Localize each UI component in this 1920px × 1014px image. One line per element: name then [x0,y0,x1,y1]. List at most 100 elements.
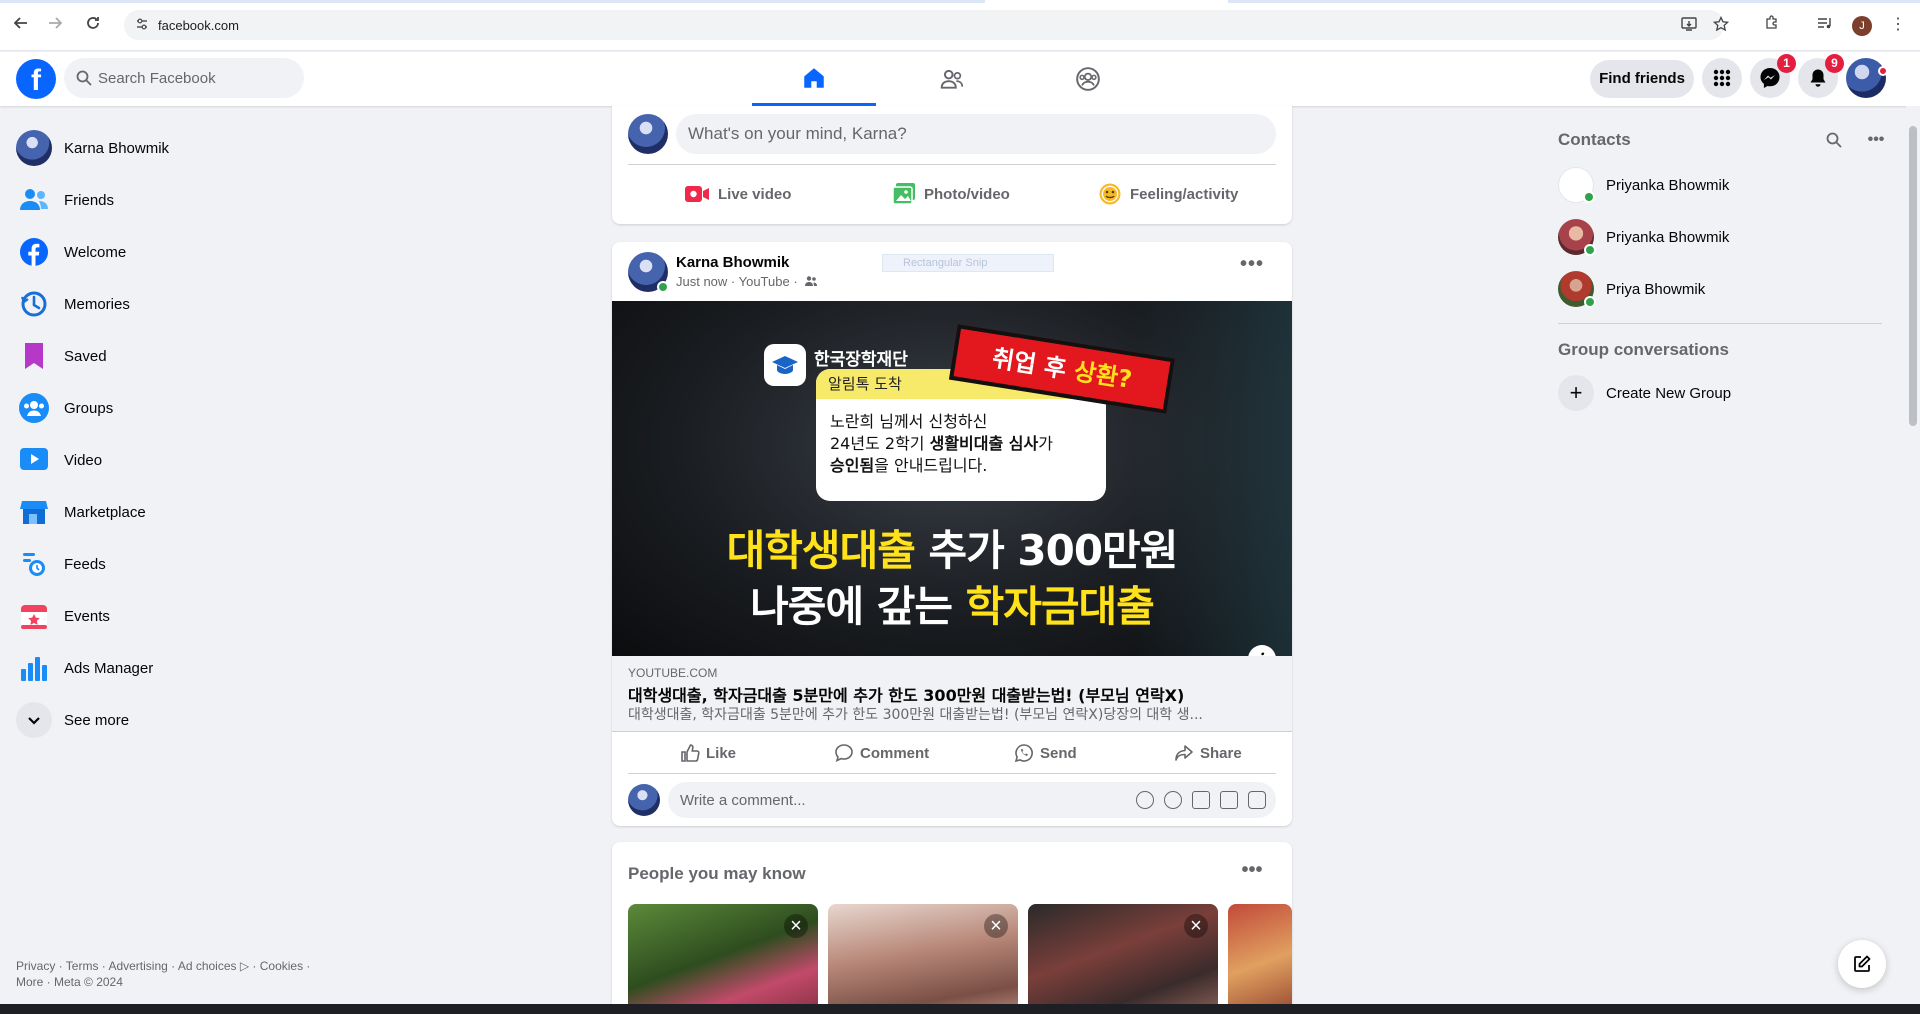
close-icon[interactable]: × [784,914,808,938]
feeling-activity-button[interactable]: Feeling/activity [1098,172,1238,216]
sidebar-item-ads-manager[interactable]: Ads Manager [8,642,348,694]
post-actions: Like Comment Send Share [628,732,1276,774]
close-icon[interactable]: × [1184,914,1208,938]
link-description: 대학생대출, 학자금대출 5분만에 추가 한도 300만원 대출받는법! (부모… [628,707,1203,723]
contact-avatar [1558,167,1595,203]
sidebar-item-events[interactable]: Events [8,590,348,642]
online-status-dot [1583,191,1595,203]
sidebar-item-friends[interactable]: Friends [8,174,348,226]
sidebar-item-label: Feeds [64,555,106,573]
grid-icon [1713,69,1731,87]
live-video-button[interactable]: Live video [684,172,791,216]
tab-home[interactable] [752,52,876,106]
sidebar-item-see-more[interactable]: See more [8,694,348,746]
send-button[interactable]: Send [1014,732,1077,774]
browser-menu-icon[interactable]: ⋮ [1890,15,1906,35]
contact-name: Priyanka Bhowmik [1606,176,1730,194]
emoji-icon[interactable] [1164,791,1182,809]
suggestion-card[interactable]: × [628,904,818,1014]
comment-input[interactable]: Write a comment... [668,782,1276,818]
sidebar-item-saved[interactable]: Saved [8,330,348,382]
url-text[interactable]: facebook.com [158,18,239,33]
search-input[interactable] [98,58,298,98]
sidebar-item-profile[interactable]: Karna Bhowmik [8,122,348,174]
post-author-name[interactable]: Karna Bhowmik [676,254,789,271]
comment-row: Write a comment... [628,782,1276,818]
find-friends-button[interactable]: Find friends [1590,60,1694,98]
friends-icon [940,69,964,89]
gif-icon[interactable] [1220,791,1238,809]
site-info-icon[interactable] [134,17,150,33]
avatar-sticker-icon[interactable] [1136,791,1154,809]
camera-icon[interactable] [1192,791,1210,809]
bookmark-star-icon[interactable] [1712,15,1730,34]
share-button[interactable]: Share [1174,732,1242,774]
search-box[interactable] [64,58,304,98]
snip-tool-overlay: Rectangular Snip [882,254,1054,272]
search-icon[interactable] [1822,128,1846,152]
tab-groups[interactable] [1026,52,1150,106]
post-thumbnail[interactable]: 한국장학재단 알림톡 도착 노란희 님께서 신청하신 24년도 2학기 생활비대… [612,301,1292,656]
footer-line-1[interactable]: Privacy · Terms · Advertising · Ad choic… [16,958,336,974]
extensions-icon[interactable] [1762,15,1782,35]
contact-avatar [1558,219,1596,256]
contacts-options-icon[interactable]: ••• [1864,128,1888,152]
link-preview[interactable]: YOUTUBE.COM 대학생대출, 학자금대출 5분만에 추가 한도 300만… [612,656,1292,732]
notifications-button[interactable]: 9 [1798,54,1844,98]
post-meta-text: Just now · YouTube · [676,274,798,289]
post-options-icon[interactable]: ••• [1236,254,1268,280]
scrollbar-thumb[interactable] [1909,126,1917,426]
composer-input[interactable]: What's on your mind, Karna? [676,114,1276,154]
sidebar-item-groups[interactable]: Groups [8,382,348,434]
whatsapp-icon [1014,744,1033,763]
post-author-avatar[interactable] [628,252,669,293]
sidebar-item-label: Saved [64,347,107,365]
page-scrollbar[interactable] [1906,106,1920,1014]
people-you-may-know: People you may know ••• × × × [612,842,1292,1014]
sidebar-item-label: Ads Manager [64,659,154,677]
account-avatar[interactable] [1846,58,1888,98]
comment-avatar[interactable] [628,784,660,816]
thumbnail-message-line2b: 생활비대출 심사 [929,434,1039,453]
contact-item[interactable]: Priya Bhowmik [1550,263,1890,315]
composer-avatar[interactable] [628,114,668,154]
feeds-icon [16,546,52,582]
footer-links[interactable]: Privacy · Terms · Advertising · Ad choic… [16,958,336,990]
pymk-title: People you may know [628,864,806,883]
photo-video-button[interactable]: Photo/video [892,172,1010,216]
create-group-button[interactable]: + Create New Group [1550,367,1890,419]
facebook-logo[interactable]: f [16,59,56,99]
new-message-button[interactable] [1838,940,1886,988]
contact-item[interactable]: Priyanka Bhowmik [1550,159,1890,211]
messenger-button[interactable]: 1 [1750,54,1796,98]
live-video-label: Live video [718,185,792,203]
suggestion-card[interactable]: × [1028,904,1218,1014]
footer-line-2[interactable]: More · Meta © 2024 [16,974,336,990]
close-icon[interactable]: × [984,914,1008,938]
menu-grid-button[interactable] [1702,58,1742,98]
sticker-icon[interactable] [1248,791,1266,809]
sidebar-item-label: Video [64,451,103,469]
back-icon[interactable] [10,14,32,36]
comment-button[interactable]: Comment [834,732,929,774]
contact-item[interactable]: Priyanka Bhowmik [1550,211,1890,263]
forward-icon[interactable] [44,14,66,36]
pymk-options-icon[interactable]: ••• [1236,860,1268,886]
sidebar-item-welcome[interactable]: Welcome [8,226,348,278]
account-alert-dot [1878,66,1888,76]
sidebar-item-marketplace[interactable]: Marketplace [8,486,348,538]
like-button[interactable]: Like [680,732,736,774]
browser-profile-avatar[interactable]: J [1852,16,1872,36]
facebook-icon [16,234,52,270]
sidebar-item-memories[interactable]: Memories [8,278,348,330]
suggestion-card[interactable] [1228,904,1292,1014]
sidebar-item-feeds[interactable]: Feeds [8,538,348,590]
install-app-icon[interactable] [1680,16,1698,34]
tab-friends[interactable] [890,52,1014,106]
address-bar[interactable]: facebook.com [124,10,1730,40]
sidebar-item-video[interactable]: Video [8,434,348,486]
media-control-icon[interactable] [1815,15,1835,35]
suggestion-card[interactable]: × [828,904,1018,1014]
reload-icon[interactable] [82,14,104,36]
thumbnail-message-line2a: 24년도 2학기 [830,434,930,453]
